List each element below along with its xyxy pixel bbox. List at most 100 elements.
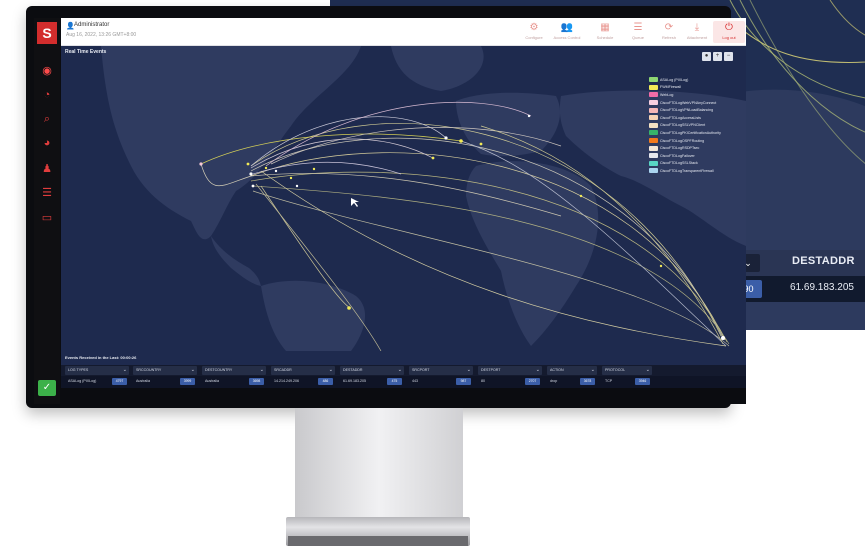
- filter-srcport[interactable]: SRCPORT ⌄: [409, 366, 473, 375]
- legend-label: FWMFirewall: [660, 85, 681, 90]
- toolbar-button-label: Queue: [631, 35, 644, 40]
- legend-label: CiscoFTDLogOSPFRouting: [660, 138, 705, 143]
- legend-item[interactable]: WebLog: [649, 91, 744, 99]
- legend-label: ASALog (PIXLog): [660, 77, 689, 82]
- globe-icon[interactable]: ◉: [40, 64, 54, 78]
- chart-icon[interactable]: ◕: [40, 136, 54, 150]
- dashboard-icon[interactable]: ◔: [40, 88, 54, 102]
- filter-action[interactable]: ACTION ⌄: [547, 366, 597, 375]
- legend-swatch: [649, 138, 658, 144]
- toolbar-attachment-button[interactable]: ⤓ Attachment: [681, 21, 713, 43]
- filter-label: DESTCOUNTRY: [205, 368, 233, 372]
- app-logo[interactable]: S: [37, 22, 57, 44]
- filter-srcaddr[interactable]: SRCADDR ⌄: [271, 366, 335, 375]
- legend-swatch: [649, 115, 658, 121]
- cell-value: drop: [550, 379, 558, 383]
- legend-item[interactable]: CiscoFTDLogRSDPTsec: [649, 144, 744, 152]
- legend-item[interactable]: CiscoFTDLogWebVPNAnyConnect: [649, 99, 744, 107]
- filter-destcountry[interactable]: DESTCOUNTRY ⌄: [202, 366, 266, 375]
- map-title: Real Time Events: [65, 49, 107, 55]
- legend-item[interactable]: CiscoFTDLogVPNLoadBalancing: [649, 106, 744, 114]
- filter-label: PROTOCOL: [605, 368, 626, 372]
- sidebar: S ◉ ◔ ⌕ ◕ ♟ ☰ ▭ ✓: [34, 18, 60, 404]
- filter-destport[interactable]: DESTPORT ⌄: [478, 366, 542, 375]
- cell-value: 443: [412, 379, 418, 383]
- legend-swatch: [649, 168, 658, 174]
- users-icon: 👥: [560, 22, 574, 33]
- legend-item[interactable]: CiscoFTDLogSSLVPNClient: [649, 122, 744, 130]
- legend-item[interactable]: CiscoFTDLogOSPFRouting: [649, 137, 744, 145]
- count-badge: 2707: [525, 378, 540, 385]
- map-locate-button[interactable]: ●: [702, 52, 711, 61]
- cell-value: ASALog (PIXLog): [68, 379, 97, 383]
- legend-label: CiscoFTDLogWebVPNAnyConnect: [660, 100, 717, 105]
- map-zoom-out-button[interactable]: −: [724, 52, 733, 61]
- toolbar-configure-button[interactable]: ⚙ Configure: [518, 21, 550, 43]
- filter-protocol[interactable]: PROTOCOL ⌄: [602, 366, 652, 375]
- events-received-label: Events Received in the Last: 00:00:26: [65, 355, 137, 360]
- monitor-stand: [295, 408, 463, 518]
- toolbar-schedule-button[interactable]: ▦ Schedule: [589, 21, 621, 43]
- legend-item[interactable]: CiscoFTDLogPKICertificationAuthority: [649, 129, 744, 137]
- legend-swatch: [649, 130, 658, 136]
- chevron-down-icon: ⌄: [259, 367, 264, 373]
- zoomed-header-label: DESTADDR: [792, 255, 855, 267]
- download-icon: ⤓: [694, 22, 700, 33]
- legend-item[interactable]: CiscoFTDLogFailover: [649, 152, 744, 160]
- filter-label: SRCPORT: [412, 368, 430, 372]
- legend-label: CiscoFTDLogVPNLoadBalancing: [660, 108, 714, 113]
- legend-swatch: [649, 84, 658, 90]
- legend-item[interactable]: CiscoFTDLogTransparentFirewall: [649, 167, 744, 175]
- zoomed-data-bar: ⌄ DESTADDR 490 61.69.183.205: [730, 250, 865, 302]
- legend-swatch: [649, 160, 658, 166]
- filter-log-types[interactable]: LOG TYPES ⌄: [65, 366, 129, 375]
- toolbar-access-control-button[interactable]: 👥 Access Control: [551, 21, 583, 43]
- chevron-down-icon: ⌄: [397, 367, 402, 373]
- toolbar-button-label: Configure: [525, 35, 543, 40]
- legend-label: CiscoFTDLogRSDPTsec: [660, 146, 700, 151]
- filter-label: SRCADDR: [274, 368, 292, 372]
- chevron-down-icon: ⌄: [122, 367, 127, 373]
- chevron-down-icon: ⌄: [535, 367, 540, 373]
- toolbar-queue-button[interactable]: ☰ Queue: [622, 21, 654, 43]
- users-icon[interactable]: ♟: [40, 162, 54, 176]
- chevron-down-icon: ⌄: [328, 367, 333, 373]
- list-icon[interactable]: ☰: [40, 186, 54, 200]
- cell-value: TCP: [605, 379, 613, 383]
- app-screen: 👤 Administrator Aug 16, 2022, 13:26 GMT+…: [61, 18, 746, 404]
- count-badge: 475: [387, 378, 402, 385]
- legend-item[interactable]: FWMFirewall: [649, 84, 744, 92]
- legend-swatch: [649, 92, 658, 98]
- world-map[interactable]: Real Time Events ● + − ASALog (PIXLog) FW…: [61, 46, 746, 351]
- chevron-down-icon: ⌄: [590, 367, 595, 373]
- filter-label: DESTPORT: [481, 368, 501, 372]
- queue-icon: ☰: [633, 22, 643, 33]
- legend-swatch: [649, 145, 658, 151]
- cell-value: Australia: [205, 379, 219, 383]
- legend-label: WebLog: [660, 92, 674, 97]
- legend-item[interactable]: CiscoFTDLogSSLStack: [649, 160, 744, 168]
- shield-icon[interactable]: ✓: [38, 380, 56, 396]
- filter-label: SRCCOUNTRY: [136, 368, 162, 372]
- map-canvas[interactable]: [61, 46, 746, 351]
- settings-icon: ⚙: [529, 22, 539, 33]
- filter-srccountry[interactable]: SRCCOUNTRY ⌄: [133, 366, 197, 375]
- legend-label: CiscoFTDLogTransparentFirewall: [660, 168, 714, 173]
- toolbar-log-out-button[interactable]: ⏻ Log out: [713, 21, 745, 43]
- legend-item[interactable]: CiscoFTDLogAccessLists: [649, 114, 744, 122]
- base-shadow: [288, 536, 468, 546]
- count-badge: 3999: [180, 378, 195, 385]
- filter-label: ACTION: [550, 368, 564, 372]
- search-icon[interactable]: ⌕: [40, 112, 54, 126]
- map-zoom-in-button[interactable]: +: [713, 52, 722, 61]
- map-legend: ASALog (PIXLog) FWMFirewall WebLog CiscoFTD…: [649, 76, 744, 175]
- chevron-down-icon: ⌄: [190, 367, 195, 373]
- cell-value: Australia: [136, 379, 150, 383]
- filter-destaddr[interactable]: DESTADDR ⌄: [340, 366, 404, 375]
- monitor-icon[interactable]: ▭: [40, 211, 54, 225]
- legend-item[interactable]: ASALog (PIXLog): [649, 76, 744, 84]
- filter-label: DESTADDR: [343, 368, 363, 372]
- user-name: Administrator: [74, 22, 110, 28]
- table-row: ASALog (PIXLog) 4797 Australia 3999 Australi…: [61, 376, 746, 388]
- legend-label: CiscoFTDLogSSLVPNClient: [660, 123, 706, 128]
